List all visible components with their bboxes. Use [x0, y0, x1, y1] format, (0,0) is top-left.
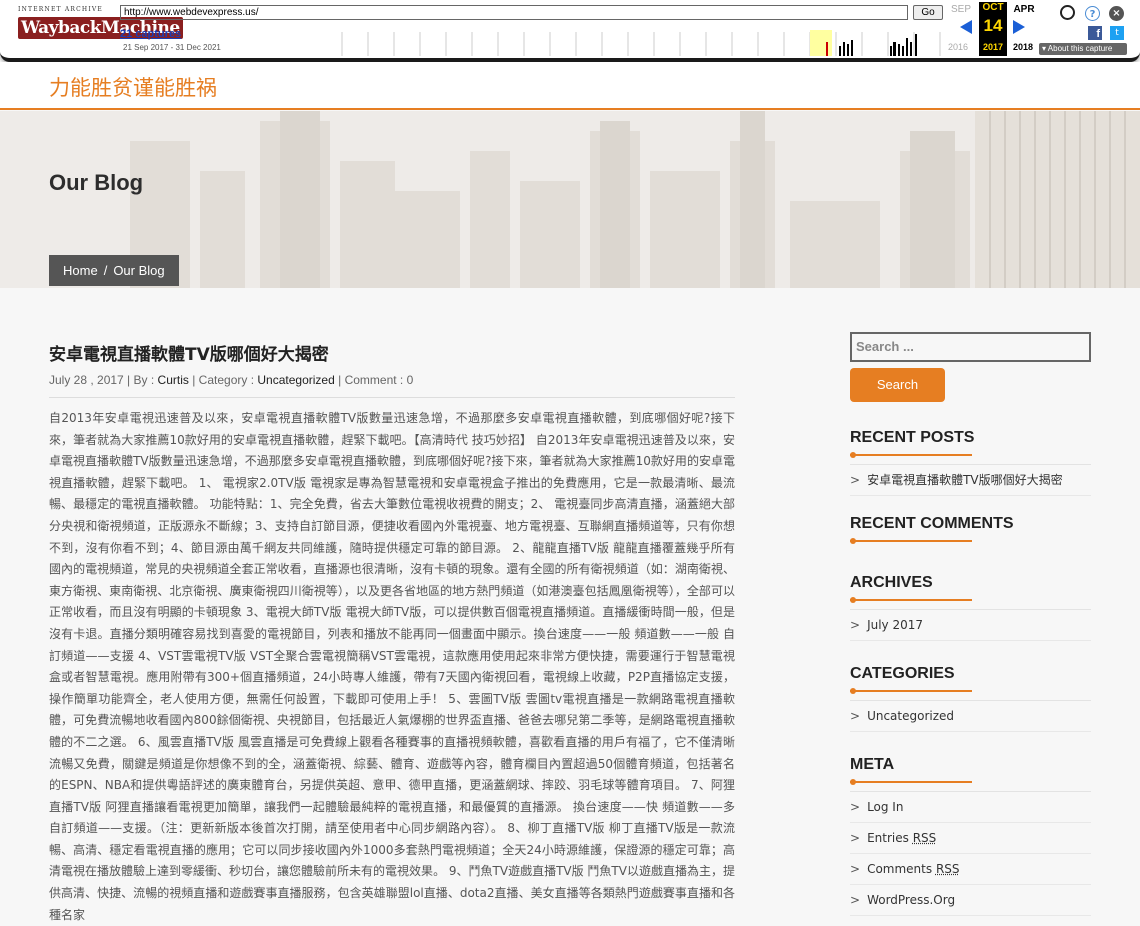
- recent-posts-title: RECENT POSTS: [850, 429, 975, 446]
- next-capture-arrow-icon[interactable]: [1013, 20, 1025, 34]
- facebook-share-icon[interactable]: f: [1088, 26, 1102, 40]
- site-header: 力能胜贫谨能胜祸: [0, 62, 1140, 110]
- wayback-captures-link[interactable]: 21 captures: [120, 28, 181, 40]
- recent-comments-title: RECENT COMMENTS: [850, 515, 1014, 532]
- categories-title: CATEGORIES: [850, 665, 955, 682]
- wayback-capture-range: 21 Sep 2017 - 31 Dec 2021: [123, 43, 221, 52]
- meta-title: META: [850, 756, 895, 773]
- twitter-share-icon[interactable]: t: [1110, 26, 1124, 40]
- wayback-current-year: 2017: [982, 42, 1004, 52]
- close-icon[interactable]: ×: [1109, 6, 1124, 21]
- widget-divider: [850, 597, 972, 603]
- rss-abbr: RSS: [912, 831, 937, 845]
- wayback-logo-top: INTERNET ARCHIVE: [18, 6, 104, 13]
- rss-abbr: RSS: [935, 862, 960, 876]
- help-icon[interactable]: ?: [1085, 6, 1100, 21]
- page-title: Our Blog: [49, 170, 144, 195]
- recent-post-link[interactable]: 安卓電視直播軟體TV版哪個好大揭密: [850, 465, 1091, 496]
- category-link[interactable]: Uncategorized: [850, 701, 1091, 732]
- post-meta: July 28 , 2017 | By : Curtis | Category …: [49, 373, 735, 398]
- recent-comments-widget: RECENT COMMENTS: [850, 515, 1091, 544]
- blog-post: 安卓電視直播軟體TV版哪個好大揭密 July 28 , 2017 | By : …: [49, 340, 735, 926]
- widget-divider: [850, 452, 972, 458]
- post-comment-count: 0: [406, 373, 414, 387]
- sidebar: Search ... Search RECENT POSTS 安卓電視直播軟體T…: [850, 332, 1091, 916]
- wayback-next-year[interactable]: 2018: [1013, 42, 1033, 52]
- meta-comments-label: Comments: [867, 862, 933, 876]
- search-input[interactable]: Search ...: [850, 332, 1091, 362]
- wayback-go-button[interactable]: Go: [913, 5, 943, 20]
- archives-widget: ARCHIVES July 2017: [850, 574, 1091, 641]
- recent-posts-list: 安卓電視直播軟體TV版哪個好大揭密: [850, 464, 1091, 496]
- post-comment-label: Comment :: [344, 373, 404, 387]
- wayback-sparkline[interactable]: [340, 28, 946, 56]
- meta-wordpress-link[interactable]: WordPress.Org: [850, 885, 1091, 916]
- post-date: July 28 , 2017: [49, 373, 124, 387]
- archives-title: ARCHIVES: [850, 574, 933, 591]
- widget-divider: [850, 538, 972, 544]
- meta-entries-rss-link[interactable]: Entries RSS: [850, 823, 1091, 854]
- widget-divider: [850, 779, 972, 785]
- breadcrumb-current: Our Blog: [113, 263, 165, 278]
- meta-comments-rss-link[interactable]: Comments RSS: [850, 854, 1091, 885]
- wayback-prev-month[interactable]: SEP: [946, 4, 976, 15]
- categories-widget: CATEGORIES Uncategorized: [850, 665, 1091, 732]
- about-capture-label: About this capture: [1047, 44, 1113, 53]
- post-author-link[interactable]: Curtis: [158, 373, 189, 387]
- breadcrumb: Home / Our Blog: [49, 255, 179, 286]
- meta-login-link[interactable]: Log In: [850, 792, 1091, 823]
- search-button[interactable]: Search: [850, 368, 945, 402]
- wayback-current-day: 14: [983, 16, 1003, 35]
- post-category-label: Category :: [198, 373, 255, 387]
- post-category-link[interactable]: Uncategorized: [257, 373, 334, 387]
- meta-entries-label: Entries: [867, 831, 909, 845]
- categories-list: Uncategorized: [850, 700, 1091, 732]
- post-author-label: By :: [133, 373, 155, 387]
- about-capture-button[interactable]: ▾ About this capture: [1039, 43, 1127, 55]
- widget-divider: [850, 688, 972, 694]
- archives-list: July 2017: [850, 609, 1091, 641]
- user-icon[interactable]: [1060, 5, 1075, 20]
- page-banner: Our Blog Home / Our Blog: [0, 111, 1140, 288]
- wayback-url-input[interactable]: http://www.webdevexpress.us/: [120, 5, 908, 20]
- meta-list: Log In Entries RSS Comments RSS WordPres…: [850, 791, 1091, 916]
- wayback-next-month[interactable]: APR: [1009, 4, 1039, 15]
- previous-capture-arrow-icon[interactable]: [960, 20, 972, 34]
- post-title[interactable]: 安卓電視直播軟體TV版哪個好大揭密: [49, 340, 735, 365]
- wayback-toolbar: INTERNET ARCHIVE WaybackMachine http://w…: [0, 0, 1140, 62]
- breadcrumb-separator: /: [103, 263, 108, 278]
- wayback-logo[interactable]: INTERNET ARCHIVE WaybackMachine: [18, 6, 183, 39]
- meta-widget: META Log In Entries RSS Comments RSS Wor…: [850, 756, 1091, 916]
- site-title[interactable]: 力能胜贫谨能胜祸: [49, 72, 217, 102]
- breadcrumb-home-link[interactable]: Home: [63, 263, 98, 278]
- wayback-prev-year[interactable]: 2016: [948, 42, 968, 52]
- recent-posts-widget: RECENT POSTS 安卓電視直播軟體TV版哪個好大揭密: [850, 429, 1091, 496]
- post-body: 自2013年安卓電視迅速普及以來，安卓電視直播軟體TV版數量迅速急增，不過那麼多…: [49, 411, 735, 922]
- archive-link[interactable]: July 2017: [850, 610, 1091, 641]
